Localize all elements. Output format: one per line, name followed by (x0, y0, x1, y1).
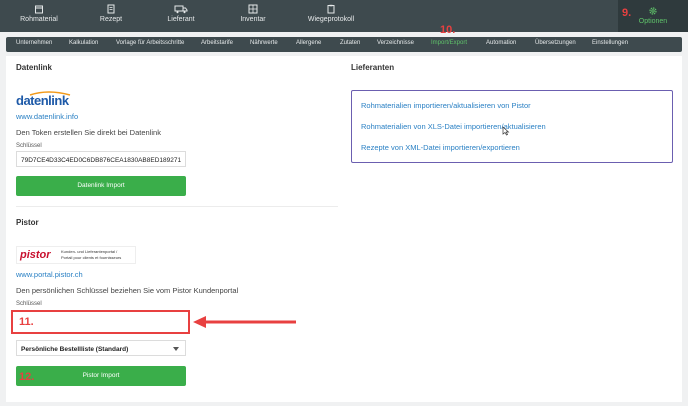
pistor-key-label: Schlüssel (16, 301, 42, 307)
nav-rezept-label: Rezept (99, 16, 123, 23)
tab-unternehmen[interactable]: Unternehmen (16, 40, 52, 46)
tab-zutaten[interactable]: Zutaten (340, 40, 360, 46)
lieferanten-heading: Lieferanten (351, 63, 395, 72)
nav-rezept[interactable]: Rezept (92, 2, 130, 30)
section-divider (16, 206, 338, 207)
tab-allergene[interactable]: Allergene (296, 40, 321, 46)
nav-lieferant[interactable]: Lieferant (160, 2, 202, 30)
tab-naehrwerte[interactable]: Nährwerte (250, 40, 278, 46)
datenlink-key-input[interactable]: 79D7CE4D33C4ED0C6DB876CEA1830AB8ED189271 (16, 151, 186, 167)
link-xml-import-export[interactable]: Rezepte von XML-Datei importieren/export… (361, 143, 520, 152)
nav-lieferant-label: Lieferant (167, 16, 195, 23)
tab-arbeitstarife[interactable]: Arbeitstarife (201, 40, 233, 46)
pistor-import-button[interactable]: Pistor Import (16, 366, 186, 386)
annotation-12: 12. (19, 371, 35, 383)
pistor-list-select-value: Persönliche Bestellliste (Standard) (21, 346, 129, 353)
annotation-10: 10. (440, 24, 456, 36)
pistor-list-select[interactable]: Persönliche Bestellliste (Standard) (16, 340, 186, 356)
datenlink-info-text: Den Token erstellen Sie direkt bei Daten… (16, 128, 161, 137)
nav-rohmaterial-label: Rohmaterial (20, 16, 58, 23)
tab-kalkulation[interactable]: Kalkulation (69, 40, 98, 46)
link-pistor-import[interactable]: Rohmaterialien importieren/aktualisieren… (361, 101, 531, 110)
pistor-key-input[interactable] (11, 310, 190, 334)
cursor-icon (502, 126, 510, 136)
pistor-portal-link[interactable]: www.portal.pistor.ch (16, 270, 83, 279)
nav-wiegeprotokoll-label: Wiegeprotokoll (307, 16, 355, 23)
annotation-11: 11. (19, 316, 34, 328)
recipe-icon (107, 4, 115, 14)
tab-einstellungen[interactable]: Einstellungen (592, 40, 628, 46)
tab-verzeichnisse[interactable]: Verzeichnisse (377, 40, 414, 46)
nav-rohmaterial[interactable]: Rohmaterial (16, 2, 62, 30)
nav-inventar-label: Inventar (240, 16, 266, 23)
inventory-icon (248, 4, 258, 14)
nav-inventar[interactable]: Inventar (236, 2, 270, 30)
red-arrow-icon (193, 316, 296, 328)
datenlink-logo: datenlink (16, 90, 76, 108)
clipboard-icon (327, 4, 335, 14)
pistor-info-text: Den persönlichen Schlüssel beziehen Sie … (16, 286, 239, 295)
gear-icon (649, 7, 657, 15)
box-icon (35, 5, 43, 14)
tab-import-export[interactable]: Import/Export (431, 40, 467, 46)
chevron-down-icon (173, 347, 179, 351)
pistor-heading: Pistor (16, 218, 39, 227)
datenlink-import-button[interactable]: Datenlink Import (16, 176, 186, 196)
pistor-logo: pistor Kunden- und Lieferantenportal / P… (16, 246, 136, 264)
sub-navigation: Unternehmen Kalkulation Vorlage für Arbe… (6, 37, 682, 52)
nav-wiegeprotokoll[interactable]: Wiegeprotokoll (304, 2, 358, 30)
tab-automation[interactable]: Automation (486, 40, 516, 46)
datenlink-website-link[interactable]: www.datenlink.info (16, 112, 78, 121)
tab-vorlage-arbeitsschritte[interactable]: Vorlage für Arbeitsschritte (116, 40, 184, 46)
nav-optionen-label: Optionen (638, 18, 668, 25)
datenlink-key-label: Schlüssel (16, 143, 42, 149)
datenlink-heading: Datenlink (16, 63, 53, 72)
tab-uebersetzungen[interactable]: Übersetzungen (535, 40, 576, 46)
annotation-9: 9. (622, 7, 632, 19)
top-navigation: Rohmaterial Rezept Lieferant Inventar Wi… (0, 0, 688, 32)
truck-icon (174, 5, 188, 14)
link-xls-import[interactable]: Rohmaterialien von XLS-Datei importieren… (361, 122, 546, 131)
